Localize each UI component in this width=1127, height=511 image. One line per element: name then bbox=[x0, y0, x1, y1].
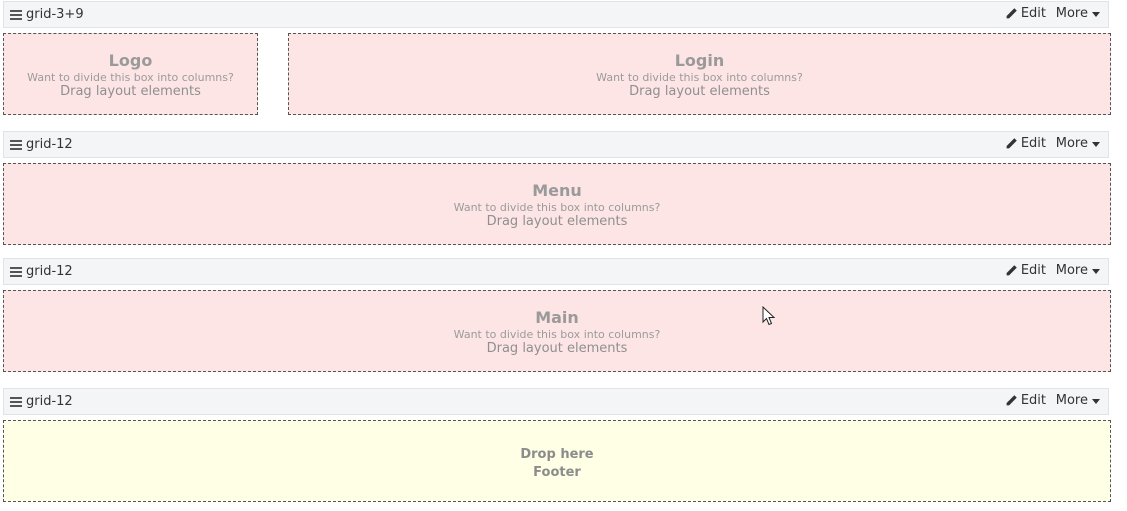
drop-zone-footer[interactable]: Drop here Footer bbox=[3, 420, 1111, 502]
cell-hint: Want to divide this box into columns? bbox=[596, 71, 803, 84]
cell-drag-text: Drag layout elements bbox=[486, 214, 628, 229]
more-label: More bbox=[1055, 136, 1088, 151]
more-label: More bbox=[1055, 6, 1088, 21]
layout-cell-logo[interactable]: Logo Want to divide this box into column… bbox=[3, 33, 258, 115]
caret-down-icon bbox=[1092, 12, 1100, 17]
pencil-icon bbox=[1006, 265, 1017, 276]
caret-down-icon bbox=[1092, 142, 1100, 147]
cell-title: Logo bbox=[108, 51, 153, 70]
cell-title: Login bbox=[674, 51, 725, 70]
edit-label: Edit bbox=[1020, 393, 1046, 408]
layout-cell-login[interactable]: Login Want to divide this box into colum… bbox=[288, 33, 1111, 115]
cell-drag-text: Drag layout elements bbox=[486, 341, 628, 356]
cell-hint: Want to divide this box into columns? bbox=[453, 201, 661, 214]
row-header: grid-12 Edit More bbox=[3, 388, 1109, 415]
cell-hint: Want to divide this box into columns? bbox=[453, 328, 661, 341]
row-title: grid-12 bbox=[26, 264, 73, 279]
more-button[interactable]: More bbox=[1056, 393, 1100, 408]
cell-hint: Want to divide this box into columns? bbox=[27, 71, 234, 84]
caret-down-icon bbox=[1092, 399, 1100, 404]
row-header: grid-12 Edit More bbox=[3, 258, 1109, 285]
edit-button[interactable]: Edit bbox=[1005, 6, 1046, 21]
layout-cell-menu[interactable]: Menu Want to divide this box into column… bbox=[3, 163, 1111, 245]
edit-label: Edit bbox=[1020, 136, 1046, 151]
drop-zone-name: Footer bbox=[533, 465, 581, 480]
cell-title: Main bbox=[535, 308, 579, 327]
more-button[interactable]: More bbox=[1056, 6, 1100, 21]
edit-button[interactable]: Edit bbox=[1005, 393, 1046, 408]
cell-drag-text: Drag layout elements bbox=[60, 84, 201, 99]
edit-button[interactable]: Edit bbox=[1005, 263, 1046, 278]
row-title: grid-3+9 bbox=[26, 7, 84, 22]
edit-label: Edit bbox=[1020, 263, 1046, 278]
layout-cell-main[interactable]: Main Want to divide this box into column… bbox=[3, 290, 1111, 372]
row-title: grid-12 bbox=[26, 137, 73, 152]
row-header: grid-3+9 Edit More bbox=[3, 1, 1109, 28]
edit-button[interactable]: Edit bbox=[1005, 136, 1046, 151]
row-header: grid-12 Edit More bbox=[3, 131, 1109, 158]
pencil-icon bbox=[1006, 395, 1017, 406]
drag-handle-icon[interactable] bbox=[10, 397, 22, 407]
caret-down-icon bbox=[1092, 269, 1100, 274]
cell-drag-text: Drag layout elements bbox=[629, 84, 770, 99]
cell-title: Menu bbox=[532, 181, 582, 200]
more-label: More bbox=[1055, 393, 1088, 408]
drop-here-label: Drop here bbox=[520, 447, 594, 462]
row-title: grid-12 bbox=[26, 394, 73, 409]
mouse-cursor-icon bbox=[762, 306, 776, 326]
more-button[interactable]: More bbox=[1056, 263, 1100, 278]
pencil-icon bbox=[1006, 8, 1017, 19]
drag-handle-icon[interactable] bbox=[10, 267, 22, 277]
drag-handle-icon[interactable] bbox=[10, 10, 22, 20]
pencil-icon bbox=[1006, 138, 1017, 149]
drag-handle-icon[interactable] bbox=[10, 140, 22, 150]
more-label: More bbox=[1055, 263, 1088, 278]
more-button[interactable]: More bbox=[1056, 136, 1100, 151]
edit-label: Edit bbox=[1020, 6, 1046, 21]
